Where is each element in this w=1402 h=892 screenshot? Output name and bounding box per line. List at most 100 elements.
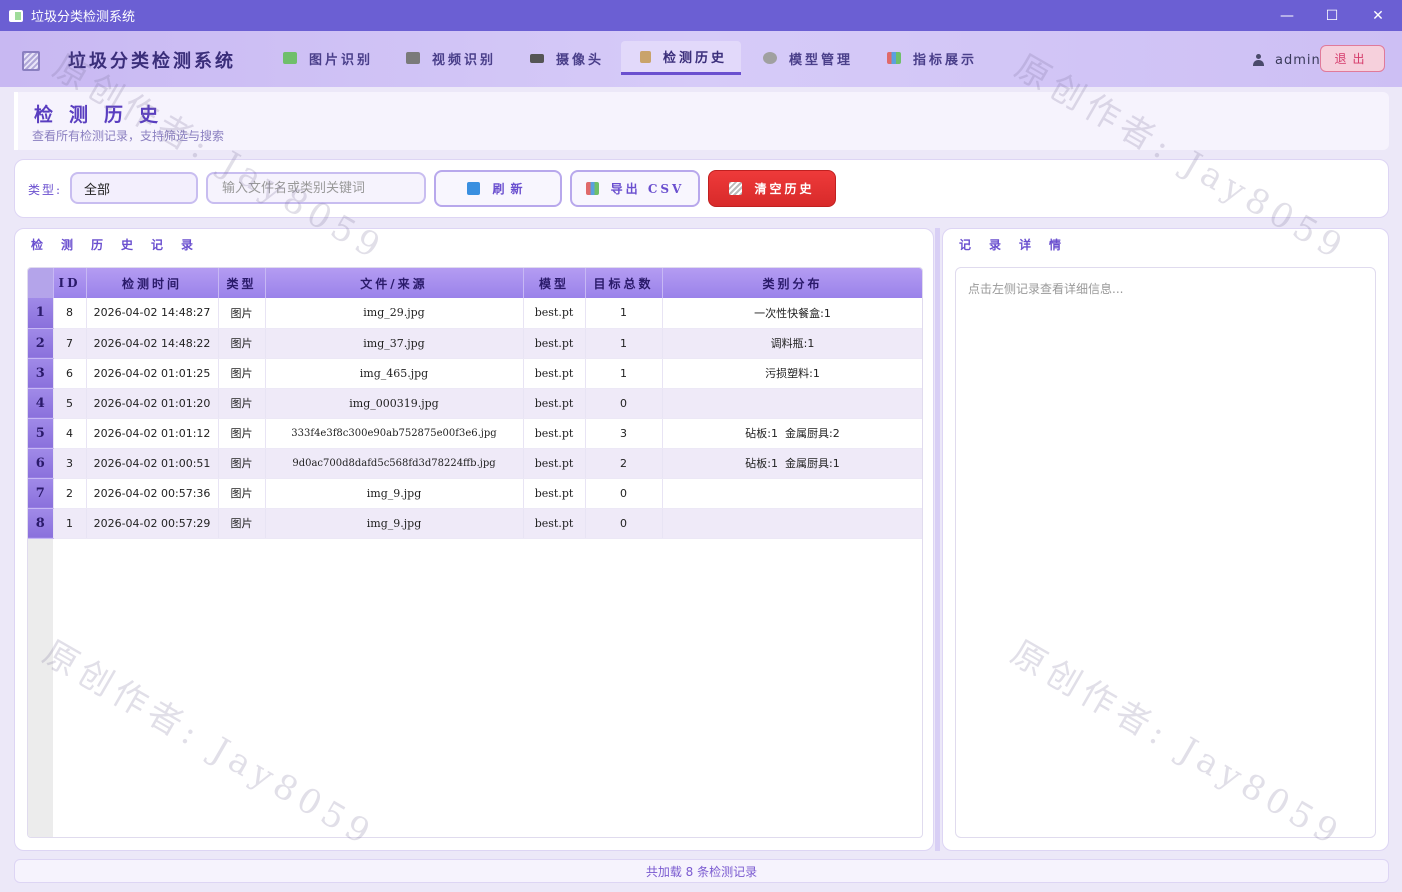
column-header[interactable]: ID [53,268,87,298]
cell-count: 1 [585,358,663,389]
nav-tab-camera[interactable]: 摄像头 [530,41,604,75]
cell-count: 0 [585,478,663,509]
cell-time: 2026-04-02 01:01:20 [86,388,219,419]
row-number[interactable]: 1 [28,298,54,329]
nav-tab-metrics[interactable]: 指标展示 [887,41,977,75]
nav-tab-label: 摄像头 [556,52,605,68]
row-number[interactable]: 4 [28,388,54,419]
cell-model: best.pt [523,478,586,509]
cell-id: 4 [53,418,87,449]
cell-file: img_37.jpg [265,328,524,359]
cell-file: img_9.jpg [265,508,524,539]
cell-type: 图片 [218,388,266,419]
minimize-button[interactable]: — [1264,0,1310,31]
column-header[interactable]: 检测时间 [86,268,219,298]
refresh-label: 刷新 [492,182,529,196]
detail-placeholder: 点击左侧记录查看详细信息... [968,282,1124,296]
page-heading: 检测历史 查看所有检测记录，支持筛选与搜索 [14,92,1389,150]
table-row[interactable]: 2 7 2026-04-02 14:48:22 图片 img_37.jpg be… [28,328,922,359]
cell-time: 2026-04-02 01:00:51 [86,448,219,479]
history-panel: 检测历史记录 ID 检测时间 类型 文件/来源 模型 目标总数 类别分布 1 8… [14,228,934,851]
table-row[interactable]: 5 4 2026-04-02 01:01:12 图片 333f4e3f8c300… [28,418,922,449]
column-header[interactable]: 模型 [523,268,586,298]
table-row[interactable]: 6 3 2026-04-02 01:00:51 图片 9d0ac700d8daf… [28,448,922,479]
cell-time: 2026-04-02 00:57:36 [86,478,219,509]
row-number[interactable]: 6 [28,448,54,479]
trash-bin-icon [729,182,743,195]
type-filter-label: 类型: [28,183,63,197]
cell-type: 图片 [218,448,266,479]
refresh-button[interactable]: 刷新 [434,170,562,207]
nav-tab-label: 模型管理 [789,52,854,68]
page-title: 检测历史 [34,104,175,126]
cell-distribution [662,478,922,509]
cell-time: 2026-04-02 01:01:25 [86,358,219,389]
search-input[interactable] [206,172,426,204]
cell-file: img_29.jpg [265,298,524,329]
bar-chart-icon [887,52,901,64]
nav-tab-image-recognition[interactable]: 图片识别 [283,41,373,75]
panel-splitter[interactable] [935,228,940,851]
app-window-icon [9,9,23,22]
cell-time: 2026-04-02 00:57:29 [86,508,219,539]
clear-history-button[interactable]: 清空历史 [708,170,836,207]
nav-tab-model-management[interactable]: 模型管理 [763,41,853,75]
film-icon [406,52,420,64]
cell-distribution: 砧板:1 金属厨具:1 [662,448,922,479]
history-table-container[interactable]: ID 检测时间 类型 文件/来源 模型 目标总数 类别分布 1 8 2026-0… [27,267,923,838]
cell-type: 图片 [218,328,266,359]
clear-history-label: 清空历史 [754,182,815,196]
window-titlebar: 垃圾分类检测系统 — ☐ ✕ [0,0,1402,31]
nav-tab-history[interactable]: 检测历史 [621,41,741,75]
row-number[interactable]: 5 [28,418,54,449]
row-number[interactable]: 8 [28,508,54,539]
cell-model: best.pt [523,448,586,479]
image-icon [283,52,297,64]
table-row[interactable]: 1 8 2026-04-02 14:48:27 图片 img_29.jpg be… [28,298,922,329]
cell-model: best.pt [523,328,586,359]
nav-tab-video-recognition[interactable]: 视频识别 [406,41,496,75]
gear-icon [763,52,777,64]
clipboard-icon [640,50,651,63]
column-header[interactable]: 类别分布 [662,268,922,298]
column-header[interactable]: 文件/来源 [265,268,524,298]
app-header: 垃圾分类检测系统 图片识别 视频识别 摄像头 检测历史 模型管理 指标展示 ad… [0,31,1402,87]
nav-tab-label: 指标展示 [913,52,978,68]
column-header[interactable]: 类型 [218,268,266,298]
table-row[interactable]: 3 6 2026-04-02 01:01:25 图片 img_465.jpg b… [28,358,922,389]
cell-distribution: 砧板:1 金属厨具:2 [662,418,922,449]
cell-id: 1 [53,508,87,539]
export-csv-button[interactable]: 导出 CSV [570,170,700,207]
cell-id: 7 [53,328,87,359]
page-subtitle: 查看所有检测记录，支持筛选与搜索 [32,129,225,143]
detail-panel-title: 记录详情 [959,238,1080,252]
table-row[interactable]: 4 5 2026-04-02 01:01:20 图片 img_000319.jp… [28,388,922,419]
filter-bar: 类型: 全部 刷新 导出 CSV 清空历史 [14,159,1389,218]
table-row[interactable]: 8 1 2026-04-02 00:57:29 图片 img_9.jpg bes… [28,508,922,539]
cell-count: 3 [585,418,663,449]
cell-file: img_465.jpg [265,358,524,389]
history-table: ID 检测时间 类型 文件/来源 模型 目标总数 类别分布 1 8 2026-0… [28,268,922,539]
cell-model: best.pt [523,388,586,419]
table-row[interactable]: 7 2 2026-04-02 00:57:36 图片 img_9.jpg bes… [28,478,922,509]
cell-time: 2026-04-02 14:48:22 [86,328,219,359]
detail-text-area[interactable]: 点击左侧记录查看详细信息... [955,267,1376,838]
row-number[interactable]: 7 [28,478,54,509]
cell-time: 2026-04-02 14:48:27 [86,298,219,329]
maximize-button[interactable]: ☐ [1309,0,1355,31]
cell-distribution [662,388,922,419]
cell-id: 2 [53,478,87,509]
cell-id: 5 [53,388,87,419]
column-header[interactable]: 目标总数 [585,268,663,298]
row-number[interactable]: 3 [28,358,54,389]
logout-button[interactable]: 退出 [1320,45,1385,72]
row-number[interactable]: 2 [28,328,54,359]
type-filter-select[interactable]: 全部 [70,172,198,204]
status-bar: 共加载 8 条检测记录 [14,859,1389,883]
cell-distribution: 一次性快餐盒:1 [662,298,922,329]
cell-count: 0 [585,508,663,539]
bar-chart-icon [585,182,599,195]
close-button[interactable]: ✕ [1355,0,1401,31]
cell-distribution: 调料瓶:1 [662,328,922,359]
table-corner-cell[interactable] [28,268,54,298]
